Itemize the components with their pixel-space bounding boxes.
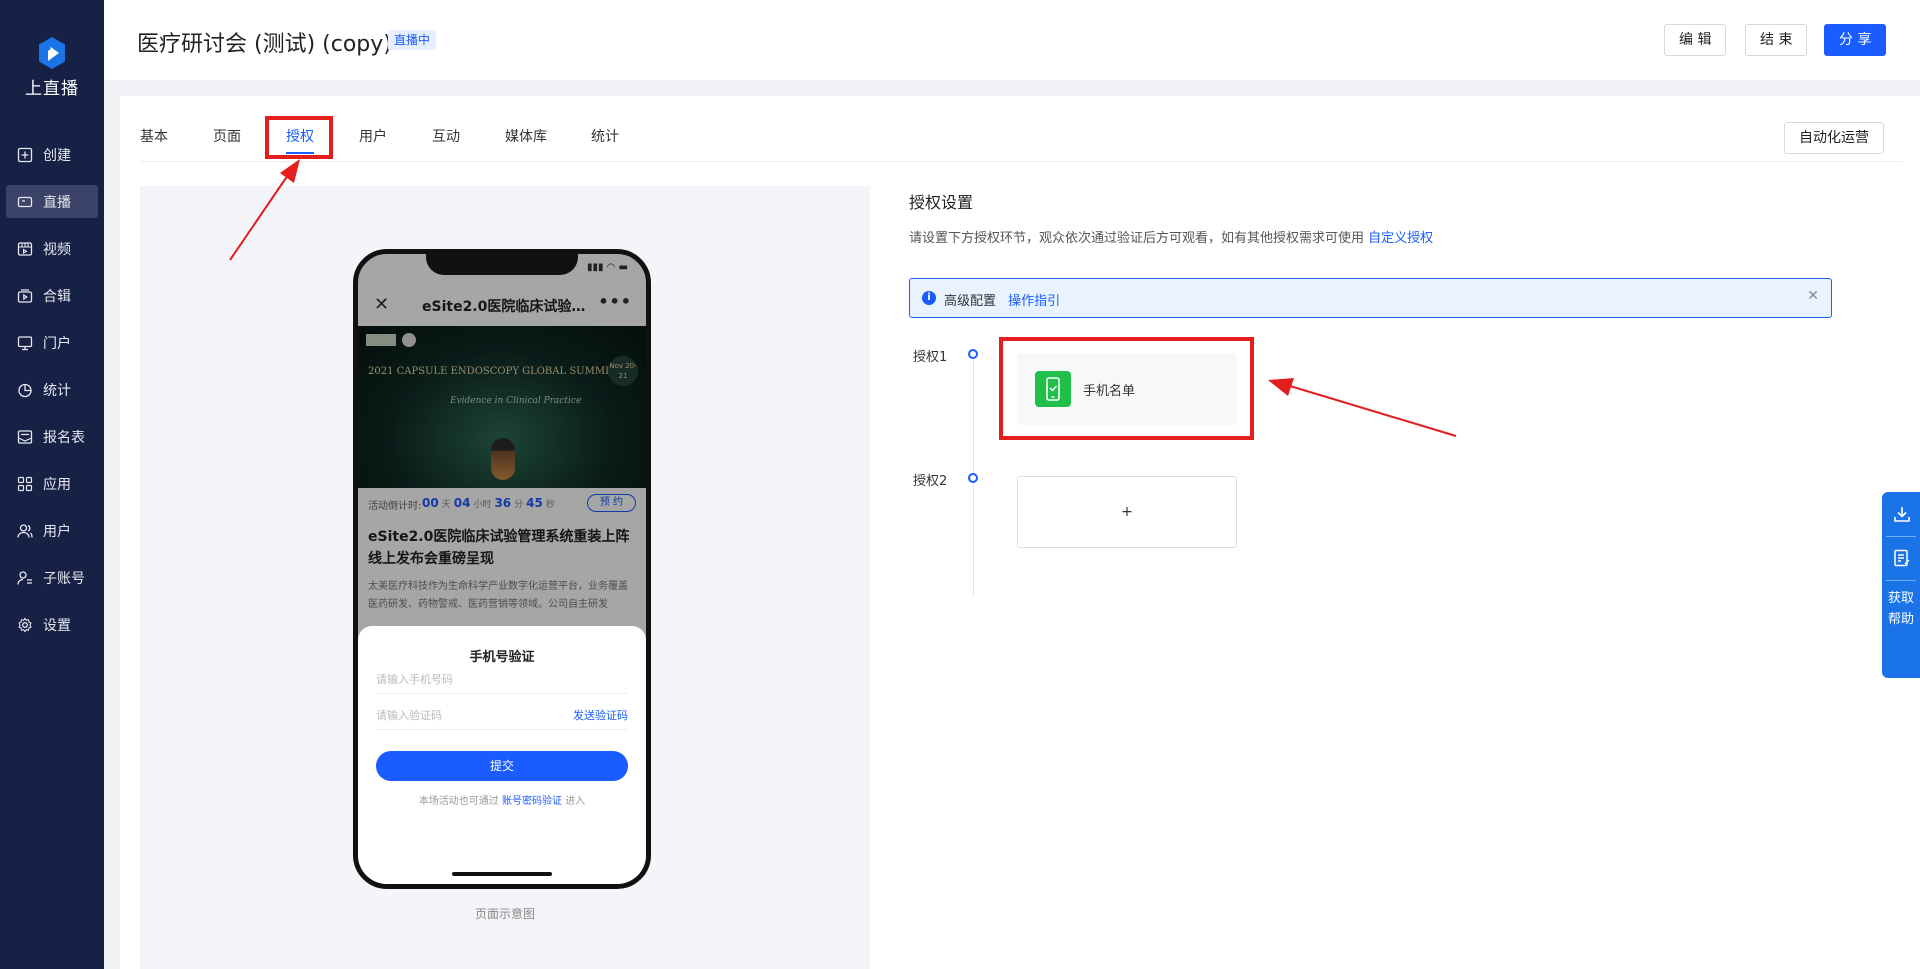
sidebar-item-collection[interactable]: 合辑: [6, 279, 98, 312]
alert-text: 高级配置 操作指引: [944, 290, 1060, 309]
sidebar-item-label: 门户: [43, 335, 71, 352]
annotation-box: [999, 337, 1254, 440]
divider: [1886, 536, 1916, 537]
sidebar-item-label: 报名表: [43, 429, 85, 446]
form-icon: [17, 429, 33, 445]
sidebar-item-label: 视频: [43, 241, 71, 258]
edit-button[interactable]: 编 辑: [1664, 24, 1727, 56]
phone-number-input: 请输入手机号码: [376, 666, 628, 694]
tab-basic[interactable]: 基本: [140, 126, 168, 146]
plus-square-icon: [17, 147, 33, 163]
sidebar-item-label: 用户: [43, 523, 71, 540]
step-label: 授权1: [913, 350, 948, 365]
sidebar-item-label: 子账号: [43, 570, 85, 587]
auth-settings-title: 授权设置: [909, 193, 974, 212]
step-label: 授权2: [913, 474, 948, 489]
desc-text: 请设置下方授权环节，观众依次通过验证后方可观看，如有其他授权需求可使用: [909, 231, 1365, 246]
submit-button: 提交: [376, 751, 628, 781]
annotation-box: [265, 116, 333, 159]
operation-guide-link[interactable]: 操作指引: [1008, 294, 1060, 309]
sidebar-item-label: 合辑: [43, 288, 71, 305]
phone-mockup: ▮▮▮ ◠ ▬ ✕ eSite2.0医院临床试验管... ••• 2021 CA…: [353, 249, 651, 889]
tab-media-library[interactable]: 媒体库: [505, 126, 547, 146]
divider: [1886, 580, 1916, 581]
sidebar-item-label: 创建: [43, 147, 71, 164]
close-icon[interactable]: ✕: [1807, 288, 1819, 304]
page-title: 医疗研讨会 (测试) (copy): [137, 32, 392, 57]
sidebar-item-label: 统计: [43, 382, 71, 399]
sub-account-icon: [17, 570, 33, 586]
sidebar-item-settings[interactable]: 设置: [6, 608, 98, 641]
logo-icon: [37, 36, 67, 70]
sidebar-item-sub-accounts[interactable]: 子账号: [6, 561, 98, 594]
annotation-arrow: [229, 159, 300, 261]
sidebar-item-create[interactable]: 创建: [6, 138, 98, 171]
alt-login-note: 本场活动也可通过 账号密码验证 进入: [358, 792, 646, 807]
video-camera-icon: [17, 194, 33, 210]
sidebar-item-label: 直播: [43, 194, 71, 211]
sidebar-item-statistics[interactable]: 统计: [6, 373, 98, 406]
sidebar-item-label: 应用: [43, 476, 71, 493]
alert-label: 高级配置: [944, 294, 997, 309]
sidebar-nav: 创建 直播 视频 合辑 门户 统计 报名表 应用 用户 子账号 设置: [0, 138, 104, 655]
pie-chart-icon: [17, 382, 33, 398]
tab-statistics[interactable]: 统计: [591, 126, 619, 146]
send-code-link: 发送验证码: [573, 709, 628, 722]
share-button[interactable]: 分 享: [1824, 24, 1887, 56]
sidebar-item-users[interactable]: 用户: [6, 514, 98, 547]
sheet-title: 手机号验证: [469, 650, 535, 665]
phone-notch: [426, 254, 578, 275]
get-help-button[interactable]: 获取帮助: [1882, 588, 1920, 630]
tab-interaction[interactable]: 互动: [432, 126, 460, 146]
logo-text: 上直播: [25, 79, 79, 99]
password-login-link: 账号密码验证: [502, 796, 562, 807]
app-logo[interactable]: 上直播: [0, 36, 104, 99]
users-icon: [17, 523, 33, 539]
sidebar-item-live[interactable]: 直播: [6, 185, 98, 218]
page-preview: ▮▮▮ ◠ ▬ ✕ eSite2.0医院临床试验管... ••• 2021 CA…: [140, 186, 870, 969]
preview-caption: 页面示意图: [474, 907, 535, 921]
phone-verify-sheet: 手机号验证 请输入手机号码 请输入验证码 发送验证码 提交 本场活动也可通过 账…: [358, 626, 646, 884]
tab-users[interactable]: 用户: [359, 126, 387, 146]
download-icon[interactable]: [1892, 504, 1912, 524]
home-indicator: [452, 872, 552, 876]
step-dot: [968, 473, 978, 483]
film-icon: [17, 241, 33, 257]
info-icon: i: [922, 291, 936, 305]
end-button[interactable]: 结 束: [1745, 24, 1808, 56]
automation-button[interactable]: 自动化运营: [1784, 122, 1884, 154]
sidebar-item-label: 设置: [43, 617, 71, 634]
gear-icon: [17, 617, 33, 633]
tab-page[interactable]: 页面: [213, 126, 241, 146]
annotation-arrow: [1268, 378, 1457, 437]
step-dot: [968, 349, 978, 359]
monitor-icon: [17, 335, 33, 351]
add-auth-button[interactable]: +: [1017, 476, 1237, 548]
floating-helper: 获取帮助: [1882, 492, 1920, 678]
status-badge: 直播中: [388, 30, 437, 50]
foot-prefix: 本场活动也可通过: [418, 796, 499, 807]
foot-suffix: 进入: [565, 796, 586, 807]
verification-code-input: 请输入验证码 发送验证码: [376, 702, 628, 730]
sidebar-item-signup-form[interactable]: 报名表: [6, 420, 98, 453]
page-header: 医疗研讨会 (测试) (copy) 直播中 编 辑 结 束 分 享: [104, 0, 1920, 80]
sidebar: 上直播 创建 直播 视频 合辑 门户 统计 报名表 应用 用户 子账号 设置: [0, 0, 104, 969]
sidebar-item-portal[interactable]: 门户: [6, 326, 98, 359]
collection-icon: [17, 288, 33, 304]
advanced-config-alert: i 高级配置 操作指引 ✕: [909, 278, 1832, 318]
auth-settings-desc: 请设置下方授权环节，观众依次通过验证后方可观看，如有其他授权需求可使用 自定义授…: [909, 227, 1433, 246]
sidebar-item-apps[interactable]: 应用: [6, 467, 98, 500]
custom-auth-link[interactable]: 自定义授权: [1368, 231, 1433, 246]
tabs-divider: [140, 161, 1902, 162]
code-placeholder: 请输入验证码: [376, 709, 442, 722]
sidebar-item-video[interactable]: 视频: [6, 232, 98, 265]
apps-icon: [17, 476, 33, 492]
notes-icon[interactable]: [1892, 548, 1912, 568]
